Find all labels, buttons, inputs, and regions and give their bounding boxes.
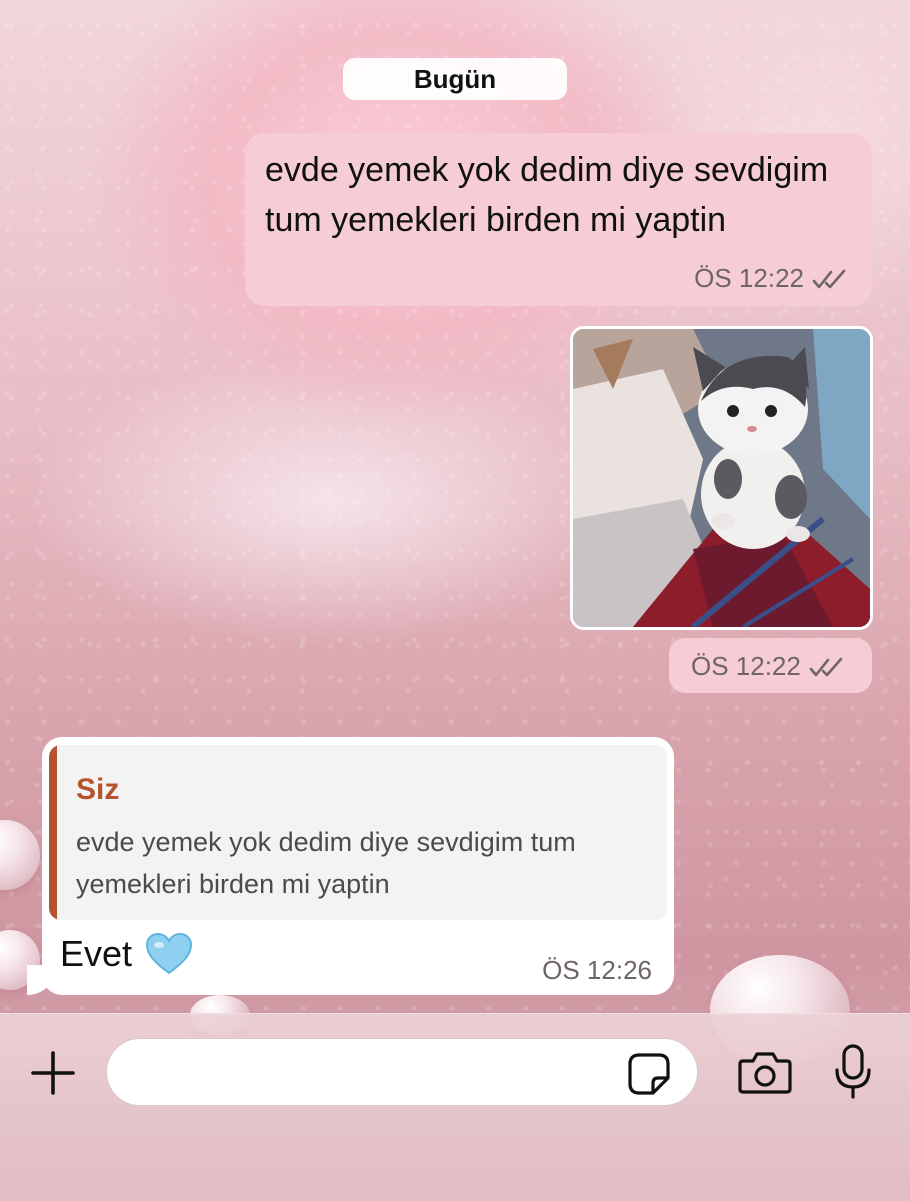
quoted-message[interactable]: Siz evde yemek yok dedim diye sevdigim t… [49, 745, 667, 920]
incoming-message-bubble[interactable]: Siz evde yemek yok dedim diye sevdigim t… [42, 737, 674, 995]
message-time: ÖS 12:22 [691, 651, 801, 681]
message-input[interactable] [106, 1038, 698, 1106]
quoted-sender: Siz [76, 773, 120, 806]
outgoing-message-bubble[interactable]: evde yemek yok dedim diye sevdigim tum y… [245, 133, 872, 306]
double-check-icon [809, 657, 843, 676]
message-meta: ÖS 12:26 [542, 955, 652, 986]
add-attachment-button[interactable] [28, 1048, 78, 1098]
message-text: Evet [60, 933, 133, 974]
plus-icon [31, 1051, 75, 1095]
pearl-decoration [0, 820, 40, 890]
camera-button[interactable] [736, 1047, 794, 1097]
date-separator-label: Bugün [413, 63, 497, 94]
reply-content: Evet [60, 933, 193, 975]
message-time: ÖS 12:26 [542, 955, 652, 985]
quoted-text: evde yemek yok dedim diye sevdigim tum y… [76, 827, 576, 899]
sticker-button[interactable] [626, 1051, 672, 1097]
message-meta: ÖS 12:22 [694, 263, 852, 294]
microphone-button[interactable] [830, 1042, 876, 1102]
light-blue-heart-emoji-icon [146, 933, 193, 975]
double-check-icon [812, 269, 846, 288]
microphone-icon [835, 1044, 871, 1099]
message-text: evde yemek yok dedim diye sevdigim tum y… [265, 151, 829, 239]
camera-icon [738, 1052, 792, 1094]
quote-accent-bar [49, 745, 57, 920]
message-time: ÖS 12:22 [694, 263, 804, 293]
sticker-icon [628, 1053, 670, 1095]
outgoing-image-message[interactable] [570, 326, 873, 630]
message-composer [0, 1013, 910, 1201]
message-meta: ÖS 12:22 [691, 651, 849, 682]
image-timestamp-chip: ÖS 12:22 [669, 638, 872, 693]
kitten-photo [573, 329, 870, 627]
date-separator: Bugün [343, 58, 567, 100]
